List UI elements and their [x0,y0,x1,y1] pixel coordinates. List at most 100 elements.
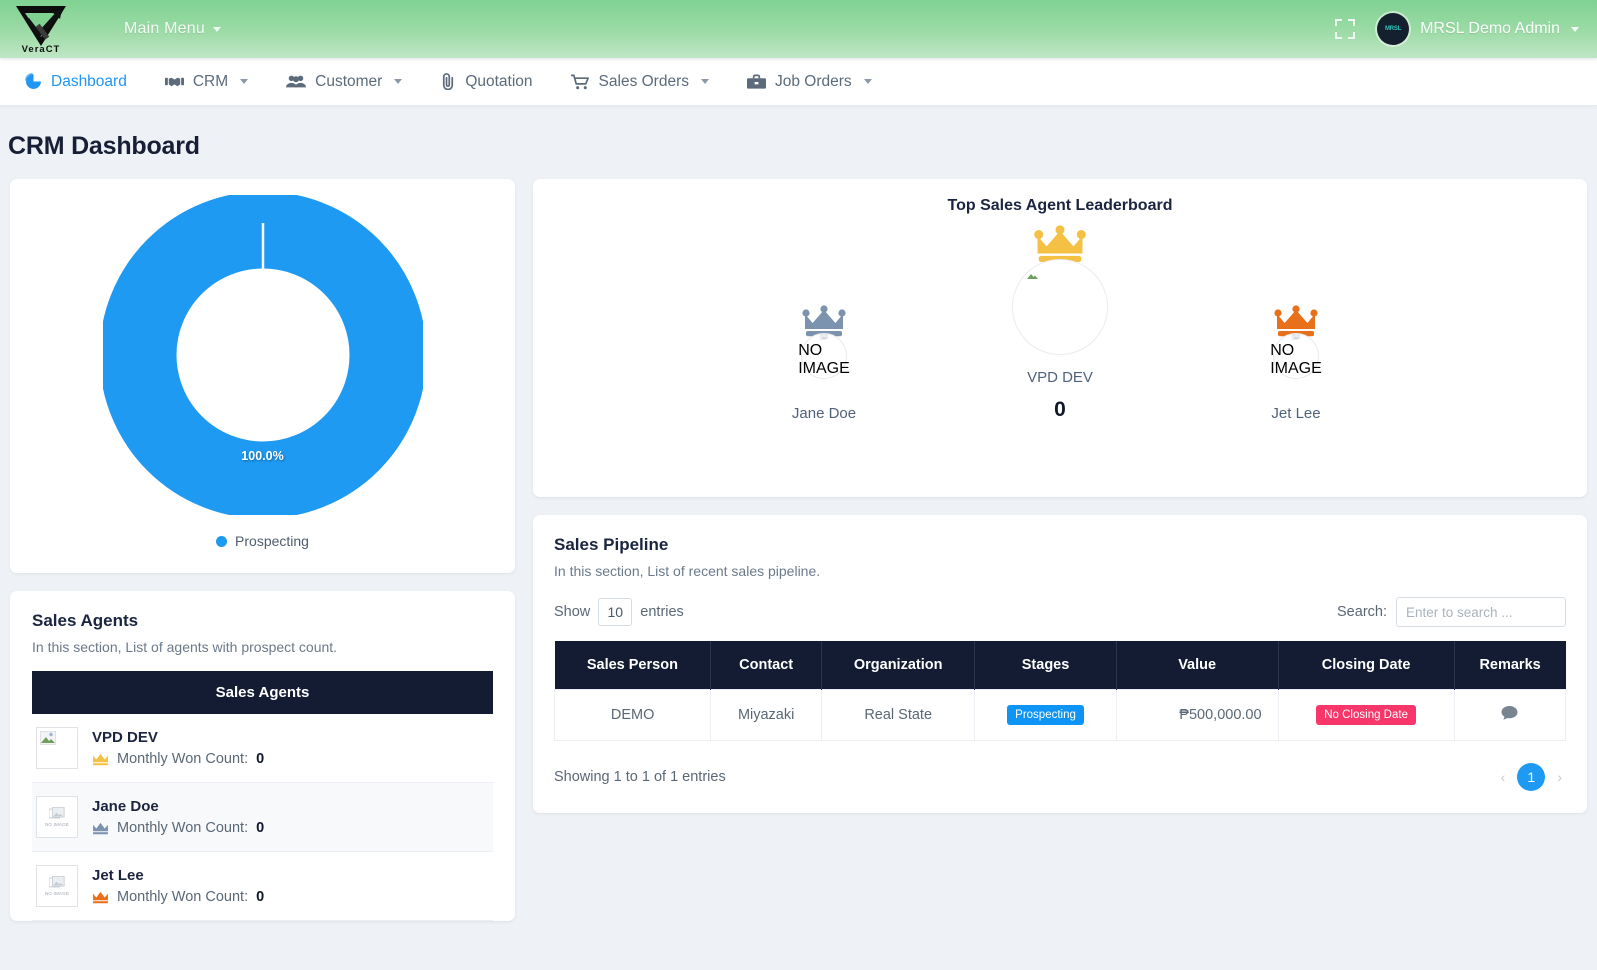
search-input[interactable] [1396,597,1566,627]
pagination: ‹ 1 › [1497,763,1566,792]
legend-label-prospecting: Prospecting [235,533,309,549]
cell-value: ₱500,000.00 [1115,688,1279,742]
crown-icon [1034,225,1086,262]
svg-text:VeraCT: VeraCT [22,44,61,54]
leaderboard-second-place[interactable]: NO IMAGE Jane Doe [743,305,905,422]
image-placeholder-icon [49,807,65,819]
column-header-contact[interactable]: Contact [710,641,823,690]
agent-count-value: 0 [256,889,265,905]
pipeline-table-body: DEMO Miyazaki Real State Prospecting ₱50… [553,688,1567,742]
briefcase-icon [747,73,766,90]
list-item[interactable]: VPD DEV Monthly Won Count: 0 [32,714,493,783]
main-menu-button[interactable]: Main Menu [124,20,221,38]
leaderboard-score: 0 [1054,398,1066,421]
leaderboard-name: Jet Lee [1271,405,1321,422]
column-header-closing-date[interactable]: Closing Date [1278,641,1455,690]
column-header-organization[interactable]: Organization [821,641,976,690]
sales-agents-table-header: Sales Agents [32,671,493,714]
agent-name: VPD DEV [92,729,158,746]
veract-logo[interactable]: VeraCT [10,3,72,55]
chevron-down-icon [1571,26,1579,32]
agent-count-value: 0 [256,820,265,836]
chevron-down-icon [863,79,872,84]
no-image-placeholder: NO IMAGE [798,333,850,379]
show-label: Show [554,604,591,620]
leaderboard-name: VPD DEV [1027,369,1093,386]
image-placeholder-icon [819,334,828,340]
nav-label-quotation: Quotation [465,72,533,90]
chevron-down-icon [701,79,709,84]
cell-sales-person: DEMO [553,688,712,742]
top-header-bar: VeraCT Main Menu MRSL MRSL Demo Admin [0,0,1597,58]
chevron-down-icon [240,79,249,84]
avatar: MRSL [1377,13,1410,45]
pie-chart-icon [25,73,42,90]
nav-item-customer[interactable]: Customer [269,58,419,105]
nav-item-sales-orders[interactable]: Sales Orders [554,58,726,105]
page-title: CRM Dashboard [8,132,200,160]
agent-count-value: 0 [256,751,265,767]
crown-icon [93,891,108,903]
pipeline-table: Sales Person Contact Organization Stages… [553,641,1567,742]
leaderboard-name: Jane Doe [791,405,857,422]
pipeline-title: Sales Pipeline [554,535,669,554]
column-header-stages[interactable]: Stages [974,641,1117,690]
header-right-group: MRSL MRSL Demo Admin [1335,13,1579,45]
sales-agents-subtitle: In this section, List of agents with pro… [32,639,338,655]
pipeline-subtitle: In this section, List of recent sales pi… [554,563,821,579]
status-badge-stage: Prospecting [1007,705,1084,726]
shopping-cart-icon [570,73,590,90]
cell-contact: Miyazaki [710,688,823,742]
column-header-sales-person[interactable]: Sales Person [554,641,712,690]
left-column: 100.0% Prospecting Sales Agents In this … [10,179,515,939]
nav-label-job-orders: Job Orders [775,72,852,90]
pipeline-entries-info: Showing 1 to 1 of 1 entries [554,769,726,786]
nav-item-quotation[interactable]: Quotation [423,58,549,105]
no-image-caption: NO IMAGE [44,822,70,827]
handshake-icon [164,74,184,89]
column-header-value[interactable]: Value [1116,641,1279,690]
chevron-down-icon [394,79,403,84]
chevron-down-icon [212,26,221,32]
show-entries-group: Show entries [554,598,684,626]
cell-remarks [1453,688,1567,742]
main-navigation: Dashboard CRM Customer Quotation Sales O… [0,58,1597,106]
cell-closing-date: No Closing Date [1277,688,1455,742]
list-item[interactable]: NO IMAGE Jane Doe Monthly Won Count: 0 [32,783,493,852]
leaderboard-podium: NO IMAGE Jane Doe VPD DEV 0 NO IMAGE Jet… [553,225,1567,422]
nav-item-job-orders[interactable]: Job Orders [730,58,889,105]
leaderboard-third-place[interactable]: NO IMAGE Jet Lee [1215,305,1377,422]
nav-item-dashboard[interactable]: Dashboard [8,58,144,105]
agent-count-label: Monthly Won Count: [117,889,249,905]
search-group: Search: [1337,597,1566,627]
avatar-label: MRSL [1384,26,1402,32]
fullscreen-icon[interactable] [1335,19,1356,39]
pipeline-controls: Show entries Search: [554,597,1566,627]
pagination-page-1[interactable]: 1 [1517,763,1546,792]
nav-item-crm[interactable]: CRM [148,58,265,105]
donut-chart: 100.0% [20,195,505,515]
pipeline-footer: Showing 1 to 1 of 1 entries ‹ 1 › [554,763,1566,792]
crown-icon [93,822,108,834]
cell-stages: Prospecting [974,688,1117,742]
table-header-row: Sales Person Contact Organization Stages… [554,641,1566,690]
table-row[interactable]: DEMO Miyazaki Real State Prospecting ₱50… [553,688,1567,742]
crown-icon [93,753,108,765]
no-image-caption: NO IMAGE [44,891,70,896]
sales-agents-card: Sales Agents In this section, List of ag… [10,591,515,921]
agent-won-count: Monthly Won Count: 0 [92,820,264,836]
legend-color-swatch [216,535,228,547]
list-item[interactable]: NO IMAGE Jet Lee Monthly Won Count: 0 [32,852,493,921]
show-entries-input[interactable] [598,598,633,626]
agent-count-label: Monthly Won Count: [117,751,249,767]
comment-icon[interactable] [1501,705,1518,725]
leaderboard-card: Top Sales Agent Leaderboard NO IMAGE Jan… [533,179,1587,497]
column-header-remarks[interactable]: Remarks [1454,641,1566,690]
user-menu[interactable]: MRSL MRSL Demo Admin [1377,13,1579,45]
pagination-next-button[interactable]: › [1553,769,1566,785]
leaderboard-first-place[interactable]: VPD DEV 0 [979,225,1141,422]
image-placeholder-icon [1291,334,1300,340]
paperclip-icon [440,73,456,90]
pagination-prev-button[interactable]: ‹ [1497,769,1510,785]
nav-label-crm: CRM [192,72,229,90]
